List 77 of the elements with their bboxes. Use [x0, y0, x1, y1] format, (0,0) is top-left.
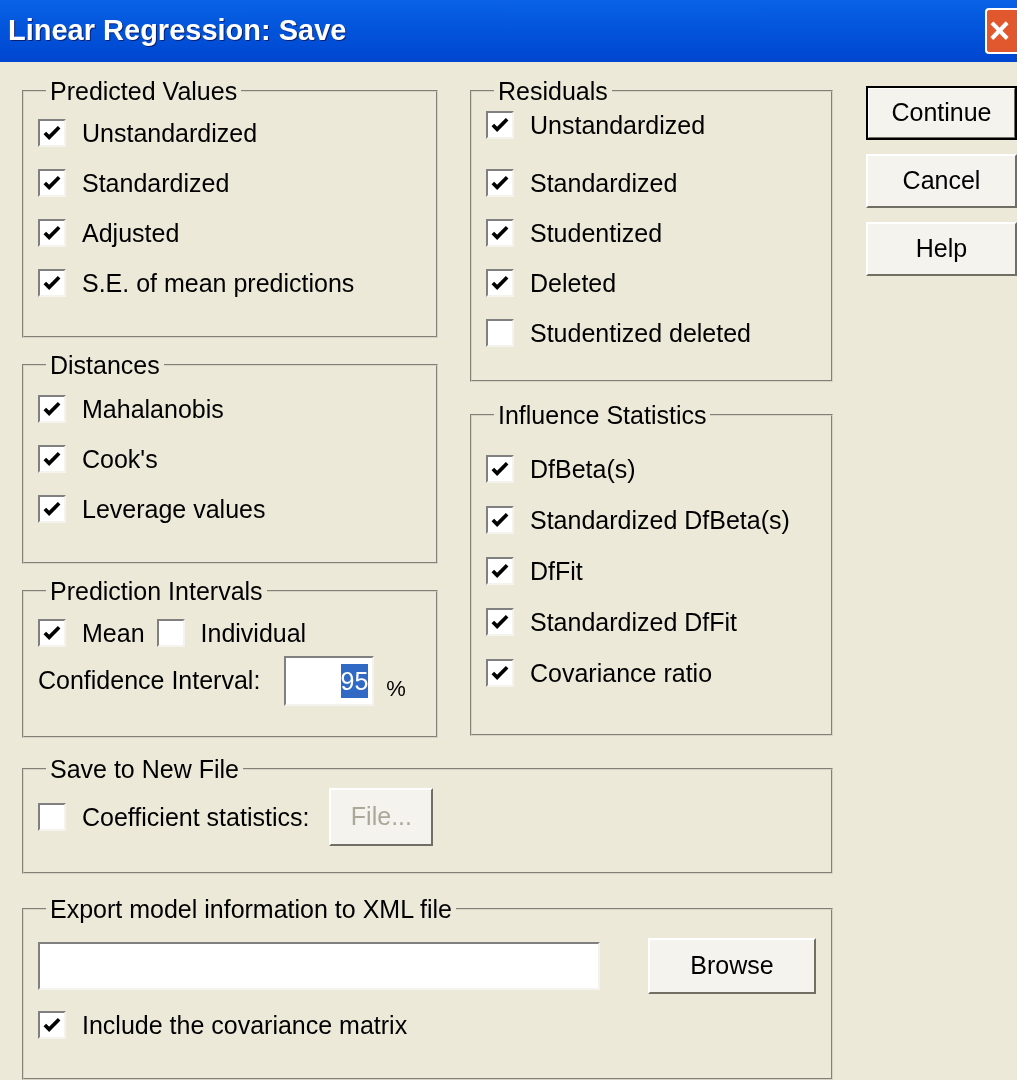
group-title: Prediction Intervals	[49, 576, 264, 606]
group-title: Save to New File	[49, 754, 240, 784]
close-button[interactable]: ×	[985, 8, 1017, 54]
checkbox[interactable]	[486, 455, 514, 483]
group-title: Predicted Values	[49, 76, 239, 106]
check-icon	[490, 561, 510, 581]
checkbox-label: Leverage values	[82, 494, 266, 524]
checkbox-label: S.E. of mean predictions	[82, 268, 355, 298]
check-icon	[42, 1015, 62, 1035]
checkbox-label: Studentized	[530, 218, 663, 248]
checkbox-label: Standardized DfBeta(s)	[530, 505, 790, 535]
file-path-field[interactable]	[38, 942, 600, 990]
checkbox[interactable]	[486, 219, 514, 247]
checkbox-label: Cook's	[82, 444, 158, 474]
checkbox-label: DfBeta(s)	[530, 454, 636, 484]
check-icon	[42, 273, 62, 293]
group-title: Distances	[49, 350, 161, 380]
dialog-button[interactable]: Continue	[866, 86, 1017, 140]
checkbox-label: Adjusted	[82, 218, 180, 248]
check-icon	[42, 623, 62, 643]
group-title: Influence Statistics	[497, 400, 708, 430]
check-icon	[490, 223, 510, 243]
checkbox-label: Individual	[200, 618, 307, 648]
dialog-button[interactable]: Help	[866, 222, 1017, 276]
dialog-button[interactable]: Cancel	[866, 154, 1017, 208]
checkbox-label: Deleted	[530, 268, 617, 298]
unit-label: %	[386, 674, 406, 703]
checkbox-label: DfFit	[530, 556, 583, 586]
check-icon	[490, 663, 510, 683]
checkbox[interactable]	[38, 219, 66, 247]
browse-button[interactable]: Browse	[648, 938, 816, 994]
checkbox-label: Covariance ratio	[530, 658, 713, 688]
checkbox[interactable]	[486, 269, 514, 297]
checkbox[interactable]	[38, 495, 66, 523]
check-icon	[42, 173, 62, 193]
checkbox-label: Standardized	[82, 168, 230, 198]
checkbox-label: Mean	[82, 618, 145, 648]
checkbox[interactable]	[486, 111, 514, 139]
checkbox[interactable]	[486, 319, 514, 347]
check-icon	[490, 612, 510, 632]
checkbox[interactable]	[38, 803, 66, 831]
checkbox[interactable]	[486, 506, 514, 534]
checkbox[interactable]	[156, 619, 185, 647]
check-icon	[490, 173, 510, 193]
checkbox[interactable]	[486, 557, 514, 585]
checkbox[interactable]	[38, 395, 66, 423]
check-icon	[42, 449, 62, 469]
checkbox[interactable]	[38, 169, 66, 197]
check-icon	[42, 123, 62, 143]
check-icon	[42, 223, 62, 243]
check-icon	[490, 459, 510, 479]
check-icon	[490, 510, 510, 530]
checkbox[interactable]	[486, 608, 514, 636]
check-icon	[42, 499, 62, 519]
checkbox-label: Unstandardized	[530, 110, 706, 140]
checkbox-label: Coefficient statistics:	[82, 802, 310, 832]
checkbox[interactable]	[38, 269, 66, 297]
checkbox-label: Standardized	[530, 168, 678, 198]
input-field[interactable]: 95	[284, 656, 375, 706]
checkbox-label: Studentized deleted	[530, 318, 751, 348]
check-icon	[490, 115, 510, 135]
checkbox[interactable]	[38, 119, 66, 147]
check-icon	[490, 273, 510, 293]
window-title: Linear Regression: Save	[8, 13, 347, 49]
checkbox-label: Include the covariance matrix	[82, 1010, 408, 1040]
checkbox[interactable]	[486, 169, 514, 197]
checkbox-label: Standardized DfFit	[530, 607, 738, 637]
checkbox-label: Unstandardized	[82, 118, 258, 148]
group-title: Residuals	[497, 76, 609, 106]
checkbox[interactable]	[38, 1011, 66, 1039]
checkbox[interactable]	[486, 659, 514, 687]
check-icon	[42, 399, 62, 419]
checkbox[interactable]	[38, 445, 66, 473]
checkbox-label: Mahalanobis	[82, 394, 224, 424]
field-label: Confidence Interval:	[38, 665, 261, 697]
group-title: Export model information to XML file	[49, 894, 454, 924]
checkbox[interactable]	[38, 619, 66, 647]
